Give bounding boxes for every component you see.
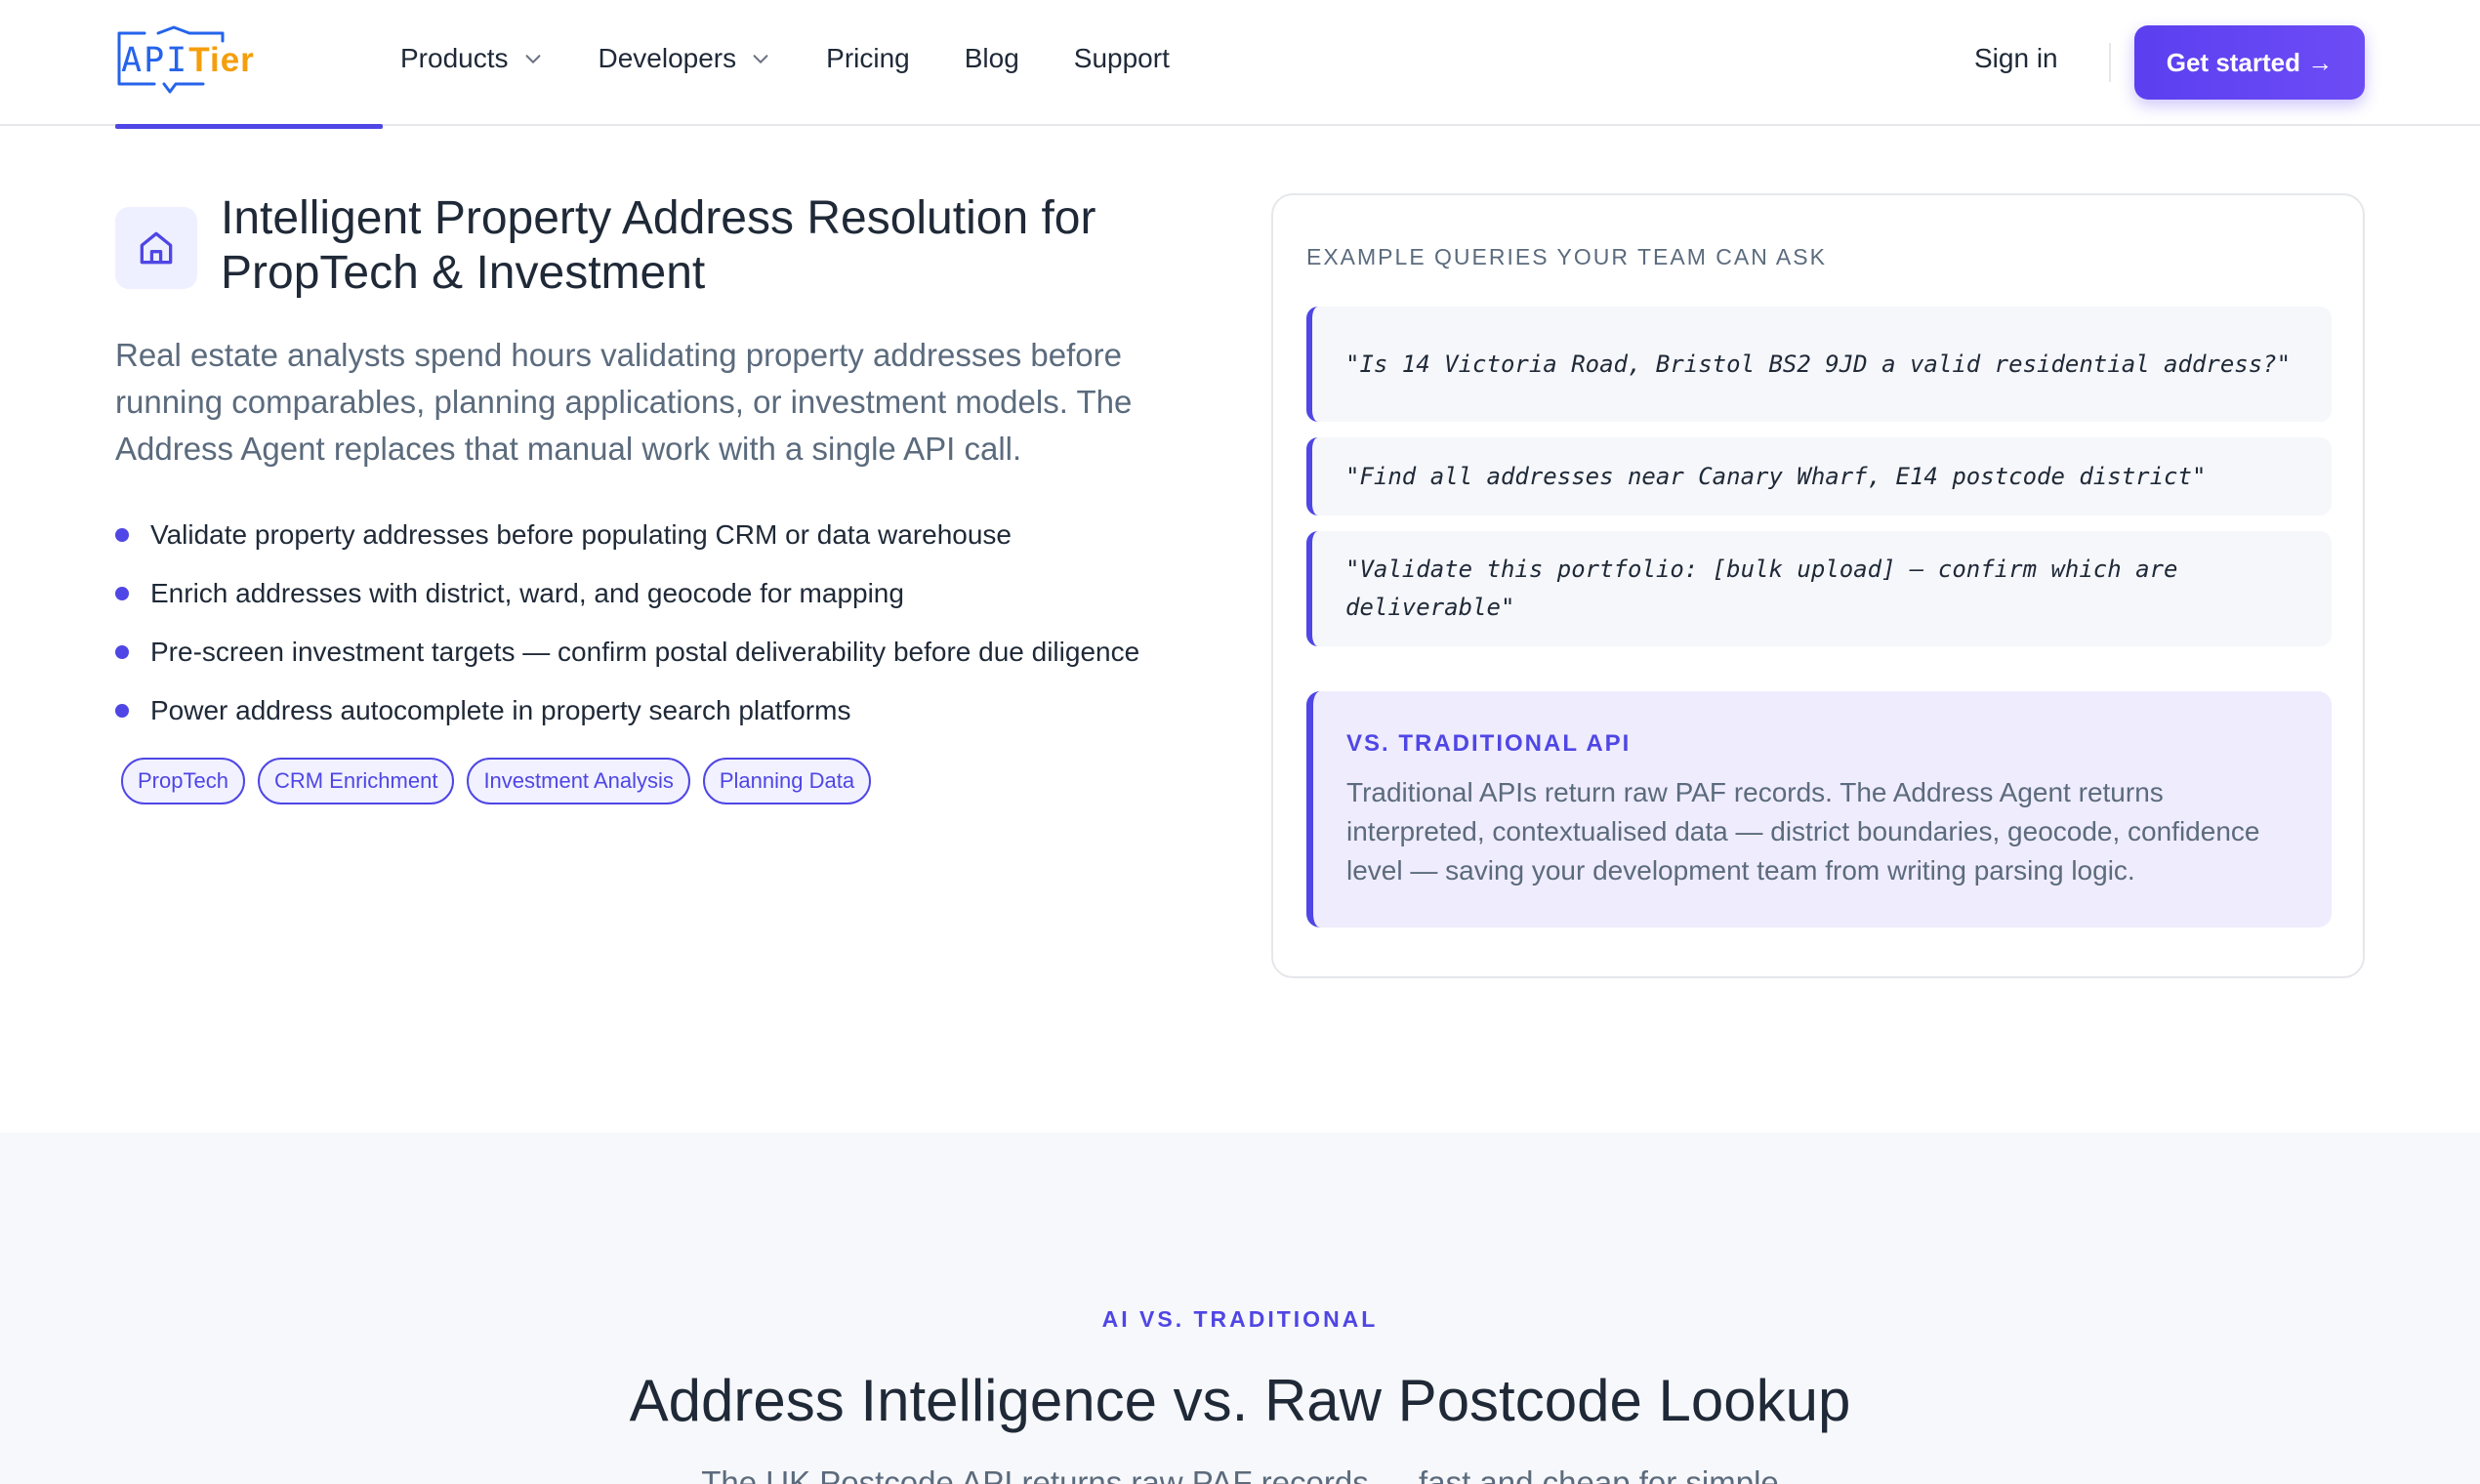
- bullet-dot-icon: [115, 704, 129, 718]
- sign-in-link[interactable]: Sign in: [1974, 43, 2058, 74]
- example-query: "Find all addresses near Canary Wharf, E…: [1306, 437, 2332, 515]
- vs-traditional-callout: VS. TRADITIONAL API Traditional APIs ret…: [1306, 691, 2332, 928]
- nav-support[interactable]: Support: [1074, 43, 1170, 74]
- nav-products-label: Products: [400, 43, 509, 73]
- logo-text: APITier: [121, 41, 255, 80]
- nav-developers[interactable]: Developers: [599, 43, 772, 74]
- list-item: Validate property addresses before popul…: [115, 506, 1139, 564]
- bullet-dot-icon: [115, 528, 129, 542]
- comparison-section: AI VS. TRADITIONAL Address Intelligence …: [0, 1133, 2480, 1484]
- list-item: Pre-screen investment targets — confirm …: [115, 623, 1139, 681]
- example-query: "Is 14 Victoria Road, Bristol BS2 9JD a …: [1306, 307, 2332, 422]
- nav-blog[interactable]: Blog: [965, 43, 1019, 74]
- tag-investment-analysis[interactable]: Investment Analysis: [467, 758, 690, 804]
- site-header: APITier Products Developers Pricing Blog…: [0, 0, 2480, 126]
- nav-blog-label: Blog: [964, 43, 1019, 73]
- nav-support-label: Support: [1073, 43, 1170, 73]
- nav-products[interactable]: Products: [400, 43, 544, 74]
- bullet-dot-icon: [115, 587, 129, 600]
- callout-title: VS. TRADITIONAL API: [1346, 730, 1632, 757]
- tag-list: PropTech CRM Enrichment Investment Analy…: [121, 758, 884, 804]
- list-item-text: Enrich addresses with district, ward, an…: [150, 578, 904, 608]
- chevron-down-icon: [525, 55, 540, 64]
- apitier-logo[interactable]: APITier: [115, 23, 271, 102]
- example-query: "Validate this portfolio: [bulk upload] …: [1306, 531, 2332, 646]
- tag-crm-enrichment[interactable]: CRM Enrichment: [257, 758, 455, 804]
- query-text: "Validate this portfolio: [bulk upload] …: [1345, 556, 2178, 621]
- card-label: EXAMPLE QUERIES YOUR TEAM CAN ASK: [1306, 244, 1827, 269]
- header-divider: [2109, 43, 2111, 82]
- get-started-button[interactable]: Get started →: [2134, 25, 2365, 100]
- list-item: Power address autocomplete in property s…: [115, 681, 1139, 740]
- section-kicker: AI VS. TRADITIONAL: [1101, 1306, 1379, 1332]
- chevron-down-icon: [753, 55, 768, 64]
- nav-pricing[interactable]: Pricing: [826, 43, 910, 74]
- main-nav: Products Developers Pricing Blog Support: [400, 43, 1224, 74]
- callout-body: Traditional APIs return raw PAF records.…: [1346, 777, 2260, 886]
- section-heading: Address Intelligence vs. Raw Postcode Lo…: [629, 1368, 1851, 1433]
- example-queries-card: EXAMPLE QUERIES YOUR TEAM CAN ASK "Is 14…: [1271, 193, 2365, 978]
- nav-developers-label: Developers: [598, 43, 737, 73]
- page-title: Intelligent Property Address Resolution …: [221, 192, 1096, 299]
- section-subheading: The UK Postcode API returns raw PAF reco…: [701, 1464, 1779, 1484]
- list-item: Enrich addresses with district, ward, an…: [115, 564, 1139, 623]
- query-text: "Find all addresses near Canary Wharf, E…: [1345, 462, 2207, 490]
- feature-list: Validate property addresses before popul…: [115, 506, 1139, 740]
- tag-proptech[interactable]: PropTech: [121, 758, 245, 804]
- list-item-text: Validate property addresses before popul…: [150, 519, 1012, 550]
- bullet-dot-icon: [115, 645, 129, 659]
- list-item-text: Pre-screen investment targets — confirm …: [150, 637, 1140, 667]
- tag-planning-data[interactable]: Planning Data: [702, 758, 872, 804]
- nav-active-indicator: [115, 124, 383, 129]
- nav-pricing-label: Pricing: [826, 43, 910, 73]
- list-item-text: Power address autocomplete in property s…: [150, 695, 851, 725]
- home-icon: [140, 231, 173, 265]
- lead-paragraph: Real estate analysts spend hours validat…: [115, 337, 1133, 467]
- feature-icon-box: [115, 207, 197, 289]
- query-text: "Is 14 Victoria Road, Bristol BS2 9JD a …: [1345, 350, 2292, 378]
